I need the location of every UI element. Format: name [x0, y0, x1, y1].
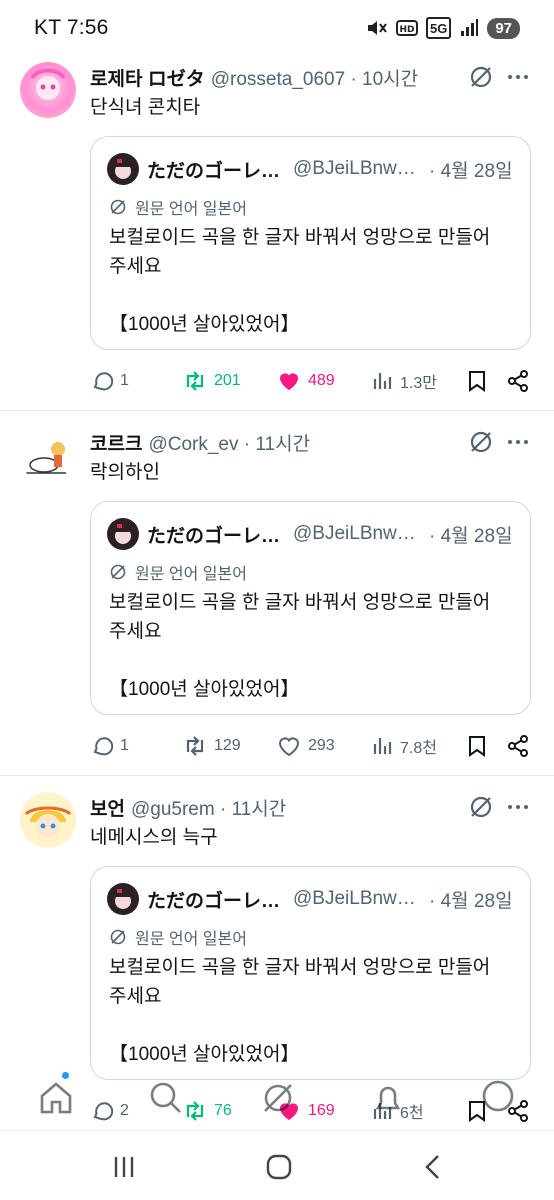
quote-avatar[interactable]	[107, 518, 139, 550]
translate-label[interactable]: 원문 언어 일본어	[109, 925, 247, 949]
messages-icon[interactable]	[478, 1078, 518, 1118]
views-button[interactable]: 7.8천	[372, 731, 437, 761]
translate-icon	[110, 564, 126, 580]
avatar[interactable]	[20, 62, 76, 118]
translate-label[interactable]: 원문 언어 일본어	[109, 195, 247, 219]
heart-icon	[278, 737, 300, 757]
quote-display-name[interactable]: ただのゴーレ…	[147, 521, 285, 548]
more-options-icon[interactable]	[506, 430, 530, 454]
notifications-icon[interactable]	[368, 1078, 408, 1118]
quote-date: · 4월 28일	[429, 525, 513, 547]
more-options-icon[interactable]	[506, 795, 530, 819]
unread-dot	[62, 1072, 69, 1079]
system-nav-bar	[0, 1130, 554, 1200]
grok-icon[interactable]	[468, 429, 494, 455]
quote-handle[interactable]: @BJeiLBnw…	[293, 158, 423, 180]
retweet-button[interactable]: 201	[182, 366, 241, 396]
quote-date: · 4월 28일	[429, 890, 513, 912]
grok-icon[interactable]	[468, 794, 494, 820]
mute-icon	[367, 21, 387, 35]
divider	[0, 775, 554, 776]
like-button[interactable]: 293	[276, 731, 335, 761]
battery-icon: 97	[487, 17, 520, 39]
action-bar: 1 129 293 7.8천	[90, 731, 530, 761]
tweet[interactable]: 코르크 @Cork_ev · 11시간 락의하인 ただのゴーレ… @BJeiLB…	[0, 427, 554, 771]
tweet-text: 락의하인	[90, 462, 160, 483]
quote-tweet[interactable]: ただのゴーレ… @BJeiLBnw… · 4월 28일 원문 언어 일본어 보컬…	[90, 501, 531, 715]
quote-text: 보컬로이드 곡을 한 글자 바꿔서 엉망으로 만들어 주세요 【1000년 살아…	[109, 592, 491, 700]
svg-text:HD: HD	[399, 25, 414, 35]
translate-icon	[110, 199, 126, 215]
quote-avatar[interactable]	[107, 153, 139, 185]
status-time: KT 7:56	[34, 16, 109, 39]
quote-text: 보컬로이드 곡을 한 글자 바꿔서 엉망으로 만들어 주세요 【1000년 살아…	[109, 227, 491, 335]
quote-date: · 4월 28일	[429, 160, 513, 182]
retweet-button[interactable]: 129	[182, 731, 241, 761]
bottom-nav	[0, 1068, 554, 1130]
translate-icon	[110, 929, 126, 945]
home-button-icon[interactable]	[263, 1151, 295, 1183]
grok-icon[interactable]	[258, 1078, 298, 1118]
display-name[interactable]: 로제타 ロゼタ	[90, 64, 205, 91]
handle-time[interactable]: @rosseta_0607 · 10시간	[211, 64, 418, 91]
quote-avatar[interactable]	[107, 883, 139, 915]
views-icon	[373, 373, 392, 389]
status-bar: KT 7:56 HD 5G 97	[0, 0, 554, 56]
share-icon[interactable]	[506, 369, 530, 393]
network-5g-icon: 5G	[425, 17, 452, 39]
quote-handle[interactable]: @BJeiLBnw…	[293, 888, 423, 910]
action-bar: 1 201 489 1.3만	[90, 366, 530, 396]
display-name[interactable]: 보언	[90, 794, 125, 821]
search-icon[interactable]	[146, 1078, 186, 1118]
views-icon	[373, 738, 392, 754]
retweet-icon	[186, 371, 204, 391]
like-button[interactable]: 489	[276, 366, 335, 396]
recent-apps-icon[interactable]	[108, 1151, 140, 1183]
reply-icon	[93, 737, 114, 756]
handle-time[interactable]: @Cork_ev · 11시간	[148, 429, 310, 456]
share-icon[interactable]	[506, 734, 530, 758]
more-options-icon[interactable]	[506, 65, 530, 89]
handle-time[interactable]: @gu5rem · 11시간	[131, 794, 286, 821]
quote-tweet[interactable]: ただのゴーレ… @BJeiLBnw… · 4월 28일 원문 언어 일본어 보컬…	[90, 866, 531, 1080]
display-name[interactable]: 코르크	[90, 429, 142, 456]
quote-handle[interactable]: @BJeiLBnw…	[293, 523, 423, 545]
quote-display-name[interactable]: ただのゴーレ…	[147, 886, 285, 913]
views-button[interactable]: 1.3만	[372, 366, 437, 396]
reply-button[interactable]: 1	[90, 731, 129, 761]
grok-icon[interactable]	[468, 64, 494, 90]
reply-icon	[93, 372, 114, 391]
home-icon[interactable]	[36, 1078, 76, 1118]
divider	[0, 410, 554, 411]
avatar[interactable]	[20, 792, 76, 848]
tweet-text: 네메시스의 늑구	[90, 827, 218, 848]
quote-display-name[interactable]: ただのゴーレ…	[147, 156, 285, 183]
quote-tweet[interactable]: ただのゴーレ… @BJeiLBnw… · 4월 28일 원문 언어 일본어 보컬…	[90, 136, 531, 350]
translate-label[interactable]: 원문 언어 일본어	[109, 560, 247, 584]
back-icon[interactable]	[418, 1151, 450, 1183]
tweet[interactable]: 로제타 ロゼタ @rosseta_0607 · 10시간 단식녀 콘치타 ただの…	[0, 62, 554, 406]
tweet-text: 단식녀 콘치타	[90, 97, 201, 118]
heart-icon	[280, 373, 298, 390]
retweet-icon	[186, 736, 204, 756]
hd-icon: HD	[395, 20, 418, 36]
bookmark-icon[interactable]	[466, 369, 488, 393]
bookmark-icon[interactable]	[466, 734, 488, 758]
quote-text: 보컬로이드 곡을 한 글자 바꿔서 엉망으로 만들어 주세요 【1000년 살아…	[109, 957, 491, 1065]
reply-button[interactable]: 1	[90, 366, 129, 396]
signal-icon	[461, 19, 479, 36]
avatar[interactable]	[20, 427, 76, 483]
